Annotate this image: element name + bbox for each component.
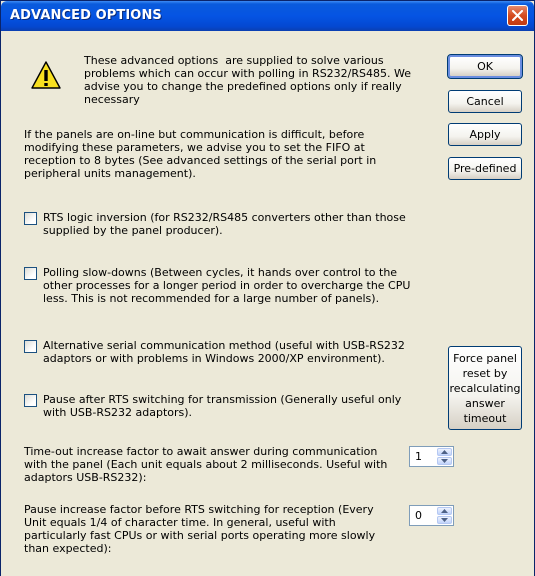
force-reset-label-1: Force panel <box>453 352 517 365</box>
timeout-factor-label-2: with the panel (Each unit equals about 2… <box>24 458 388 471</box>
pause-rts-checkbox[interactable] <box>24 394 37 407</box>
note-line-4: peripheral units management). <box>24 167 196 180</box>
pause-factor-label-2: Unit equals 1/4 of character time. In ge… <box>24 516 336 529</box>
warning-icon <box>31 61 61 89</box>
pause-factor-increment[interactable] <box>437 507 452 515</box>
pause-rts-label-2: with USB-RS232 adaptors). <box>43 406 193 419</box>
note-line-1: If the panels are on-line but communicat… <box>24 128 365 141</box>
close-icon <box>512 10 523 21</box>
polling-slowdowns-checkbox[interactable] <box>24 267 37 280</box>
polling-slowdowns-label-1: Polling slow-downs (Between cycles, it h… <box>43 266 398 279</box>
dialog-body: These advanced options are supplied to s… <box>4 31 531 576</box>
arrow-up-icon <box>441 509 448 513</box>
pause-rts-label-1: Pause after RTS switching for transmissi… <box>43 393 402 406</box>
timeout-factor-spinner[interactable]: 1 <box>409 446 454 467</box>
intro-line-2: problems which can occur with polling in… <box>84 67 411 80</box>
intro-line-1: These advanced options are supplied to s… <box>84 54 384 67</box>
polling-slowdowns-label-3: less. This is not recommended for a larg… <box>43 292 380 305</box>
force-reset-label-3: recalculating <box>449 382 521 395</box>
intro-line-3: advise you to change the predefined opti… <box>84 80 402 93</box>
alt-serial-label-2: adaptors or with problems in Windows 200… <box>43 352 385 365</box>
arrow-up-icon <box>441 450 448 454</box>
intro-line-4: necessary <box>84 93 140 106</box>
force-panel-reset-button[interactable]: Force panel reset by recalculating answe… <box>448 346 522 430</box>
pause-factor-spinner[interactable]: 0 <box>409 505 454 526</box>
advanced-options-dialog: ADVANCED OPTIONS These advanced options … <box>0 0 535 576</box>
arrow-down-icon <box>441 459 448 463</box>
force-reset-label-5: timeout <box>463 412 507 425</box>
pause-factor-value[interactable]: 0 <box>415 509 422 522</box>
polling-slowdowns-label-2: other processes for a longer period in o… <box>43 279 411 292</box>
pause-factor-label-4: than expected): <box>24 542 112 555</box>
force-reset-label-4: answer <box>465 397 505 410</box>
timeout-factor-decrement[interactable] <box>437 457 452 465</box>
window-title: ADVANCED OPTIONS <box>10 8 162 23</box>
rts-inversion-label-1: RTS logic inversion (for RS232/RS485 con… <box>43 211 406 224</box>
title-bar[interactable]: ADVANCED OPTIONS <box>1 1 534 31</box>
rts-inversion-checkbox[interactable] <box>24 212 37 225</box>
alt-serial-checkbox[interactable] <box>24 340 37 353</box>
timeout-factor-label-1: Time-out increase factor to await answer… <box>24 445 378 458</box>
arrow-down-icon <box>441 518 448 522</box>
close-button[interactable] <box>507 5 528 26</box>
alt-serial-label-1: Alternative serial communication method … <box>43 339 405 352</box>
pause-factor-decrement[interactable] <box>437 516 452 524</box>
timeout-factor-label-3: adaptors USB-RS232): <box>24 471 147 484</box>
pause-factor-label-1: Pause increase factor before RTS switchi… <box>24 503 374 516</box>
timeout-factor-value[interactable]: 1 <box>415 450 422 463</box>
pause-factor-label-3: particularly fast CPUs or with serial po… <box>24 529 376 542</box>
timeout-factor-increment[interactable] <box>437 448 452 456</box>
rts-inversion-label-2: supplied by the panel producer). <box>43 224 223 237</box>
apply-button[interactable]: Apply <box>448 123 522 146</box>
note-line-2: modifying these parameters, we advise yo… <box>24 141 365 154</box>
predefined-button[interactable]: Pre-defined <box>448 157 522 180</box>
ok-button[interactable]: OK <box>447 54 523 79</box>
note-line-3: reception to 8 bytes (See advanced setti… <box>24 154 377 167</box>
cancel-button[interactable]: Cancel <box>448 90 522 113</box>
force-reset-label-2: reset by <box>462 367 508 380</box>
